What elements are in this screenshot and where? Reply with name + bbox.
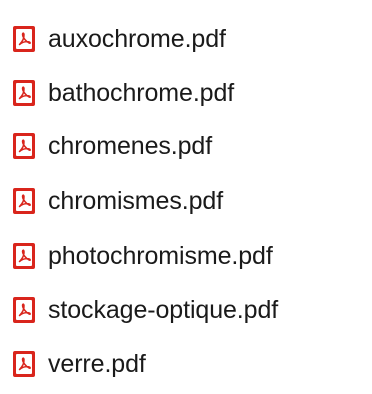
pdf-file-icon (13, 351, 35, 377)
pdf-file-icon (13, 26, 35, 52)
file-item-chromismes[interactable]: chromismes.pdf (12, 180, 223, 222)
file-name: bathochrome.pdf (48, 78, 235, 107)
pdf-file-icon (13, 243, 35, 269)
file-list: auxochrome.pdf bathochrome.pdf chromenes… (0, 0, 372, 394)
file-item-bathochrome[interactable]: bathochrome.pdf (12, 72, 234, 114)
pdf-file-icon (13, 188, 35, 214)
file-name: photochromisme.pdf (48, 241, 273, 270)
file-item-photochromisme[interactable]: photochromisme.pdf (12, 235, 273, 277)
file-item-auxochrome[interactable]: auxochrome.pdf (12, 18, 226, 60)
pdf-file-icon (13, 297, 35, 323)
file-name: verre.pdf (48, 349, 146, 378)
file-item-verre[interactable]: verre.pdf (12, 343, 146, 385)
pdf-file-icon (13, 80, 35, 106)
file-item-chromenes[interactable]: chromenes.pdf (12, 125, 212, 167)
pdf-file-icon (13, 133, 35, 159)
file-name: auxochrome.pdf (48, 24, 226, 53)
file-name: stockage-optique.pdf (48, 295, 279, 324)
file-name: chromenes.pdf (48, 131, 213, 160)
file-name: chromismes.pdf (48, 186, 224, 215)
file-item-stockage-optique[interactable]: stockage-optique.pdf (12, 289, 278, 331)
